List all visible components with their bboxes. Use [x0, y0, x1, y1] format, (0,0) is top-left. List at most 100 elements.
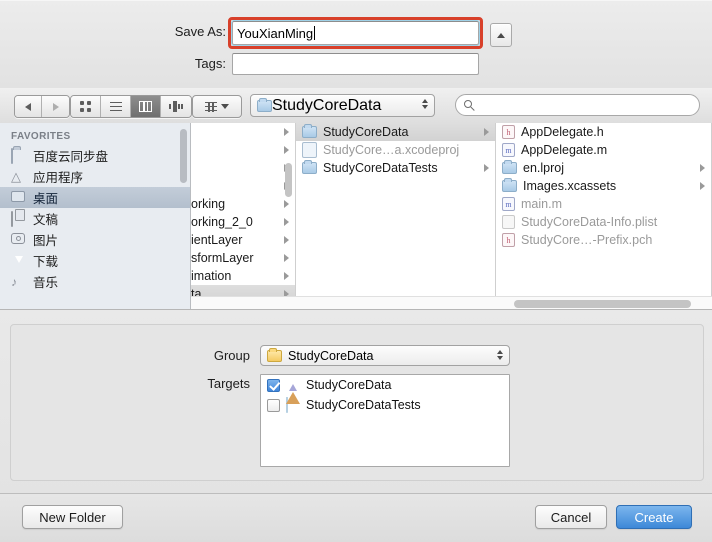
sidebar-item-applications[interactable]: △ 应用程序	[0, 166, 190, 187]
forward-button[interactable]	[42, 96, 69, 117]
folder-icon	[267, 347, 282, 362]
browser-row-label: Images.xcassets	[523, 179, 617, 193]
browser-row-label: StudyCore…-Prefix.pch	[521, 233, 653, 247]
folder-icon	[502, 160, 517, 174]
browser-row-blank[interactable]	[191, 141, 295, 159]
m-file-icon: m	[502, 197, 515, 211]
chevron-right-icon	[700, 182, 705, 190]
browser-row-blank[interactable]	[191, 123, 295, 141]
browser-row-label: StudyCore…a.xcodeproj	[323, 143, 460, 157]
target-list-item[interactable]: StudyCoreData	[261, 375, 509, 404]
browser-row[interactable]: en.lproj	[496, 159, 711, 177]
browser-horizontal-scrollbar[interactable]	[191, 296, 712, 310]
browser-row-label: orking_2_0	[191, 215, 253, 229]
browser-row[interactable]: imation	[191, 267, 295, 285]
view-mode-segment[interactable]	[70, 95, 192, 118]
sidebar-item-pictures[interactable]: 图片	[0, 229, 190, 250]
chevron-right-icon	[284, 200, 289, 208]
chevron-right-icon	[284, 218, 289, 226]
targets-label: Targets	[207, 376, 250, 391]
browser-column-2: StudyCoreData StudyCore…a.xcodeproj Stud…	[296, 123, 496, 309]
stepper-icon	[497, 350, 503, 360]
browser-row[interactable]: m main.m	[496, 195, 711, 213]
column-view-button[interactable]	[131, 96, 161, 117]
targets-list[interactable]: StudyCoreData StudyCoreDataTests	[260, 374, 510, 467]
m-file-icon: m	[502, 143, 515, 157]
tags-label: Tags:	[194, 56, 226, 71]
chevron-left-icon	[25, 102, 31, 111]
xcodeproj-icon	[302, 142, 317, 158]
scrollbar-thumb[interactable]	[514, 300, 692, 308]
browser-row-label: main.m	[521, 197, 562, 211]
save-as-field-wrapper: YouXianMing	[228, 17, 483, 49]
chevron-right-icon	[484, 164, 489, 172]
browser-row-blank[interactable]	[191, 159, 295, 177]
chevron-right-icon	[284, 254, 289, 262]
columns-icon	[139, 101, 152, 112]
browser-row-selected[interactable]: StudyCoreData	[296, 123, 495, 141]
browser-row[interactable]: orking_2_0	[191, 213, 295, 231]
sidebar-item-label: 音乐	[33, 276, 59, 290]
chevron-right-icon	[284, 128, 289, 136]
browser-row-label: StudyCoreDataTests	[323, 161, 438, 175]
path-popup-button[interactable]: StudyCoreData	[250, 94, 435, 117]
browser-row-label: en.lproj	[523, 161, 564, 175]
browser-row-label: orking	[191, 197, 226, 211]
group-popup-button[interactable]: StudyCoreData	[260, 345, 510, 366]
browser-row[interactable]: sformLayer	[191, 249, 295, 267]
group-popup-value: StudyCoreData	[288, 348, 374, 363]
sidebar-scrollbar[interactable]	[180, 129, 187, 183]
grid-icon	[80, 101, 91, 112]
icon-view-button[interactable]	[71, 96, 101, 117]
back-button[interactable]	[15, 96, 42, 117]
browser-row[interactable]: orking	[191, 195, 295, 213]
browser-row[interactable]: StudyCoreDataTests	[296, 159, 495, 177]
tags-input[interactable]	[232, 53, 479, 75]
browser-row-label: imation	[191, 269, 232, 283]
browser-row[interactable]: StudyCore…a.xcodeproj	[296, 141, 495, 159]
chevron-right-icon	[284, 236, 289, 244]
sidebar-item-documents[interactable]: 文稿	[0, 208, 190, 229]
column1-scrollbar[interactable]	[285, 163, 292, 197]
desktop-icon	[11, 190, 26, 205]
search-icon	[464, 99, 475, 111]
target-checkbox[interactable]	[267, 398, 280, 412]
navigation-segment[interactable]	[14, 95, 70, 118]
target-icon	[286, 378, 300, 404]
browser-row-label: StudyCoreData-Info.plist	[521, 215, 658, 229]
list-icon	[109, 101, 122, 112]
browser-row[interactable]: Images.xcassets	[496, 177, 711, 195]
new-folder-button[interactable]: New Folder	[22, 505, 123, 529]
cancel-button[interactable]: Cancel	[535, 505, 607, 529]
list-view-button[interactable]	[101, 96, 131, 117]
sidebar-heading: FAVORITES	[11, 131, 71, 142]
browser-row[interactable]: ientLayer	[191, 231, 295, 249]
sidebar-item-music[interactable]: ♪ 音乐	[0, 271, 190, 292]
group-row: Group StudyCoreData	[196, 345, 510, 366]
browser-row[interactable]: m AppDelegate.m	[496, 141, 711, 159]
chevron-right-icon	[484, 128, 489, 136]
sidebar-item-label: 桌面	[33, 192, 59, 206]
column-browser: orking orking_2_0 ientLayer sformLayer i…	[191, 123, 712, 309]
browser-row[interactable]: h StudyCore…-Prefix.pch	[496, 231, 711, 249]
browser-row-label: ientLayer	[191, 233, 243, 247]
search-field[interactable]	[455, 94, 700, 116]
create-button[interactable]: Create	[616, 505, 692, 529]
sidebar-item-desktop[interactable]: 桌面	[0, 187, 190, 208]
sidebar: FAVORITES 百度云同步盘 △ 应用程序 桌面 文稿 图片 下载 ♪ 音乐	[0, 123, 191, 309]
coverflow-view-button[interactable]	[161, 96, 191, 117]
sidebar-item-label: 百度云同步盘	[33, 150, 109, 164]
sidebar-item-downloads[interactable]: 下载	[0, 250, 190, 271]
chevron-right-icon	[284, 272, 289, 280]
browser-row-blank[interactable]	[191, 177, 295, 195]
target-checkbox[interactable]	[267, 378, 280, 392]
file-browser-area: FAVORITES 百度云同步盘 △ 应用程序 桌面 文稿 图片 下载 ♪ 音乐…	[0, 123, 712, 309]
browser-row[interactable]: StudyCoreData-Info.plist	[496, 213, 711, 231]
browser-row[interactable]: h AppDelegate.h	[496, 123, 711, 141]
pictures-icon	[11, 232, 26, 247]
sidebar-item-baidu-cloud[interactable]: 百度云同步盘	[0, 145, 190, 166]
action-menu-button[interactable]	[192, 95, 242, 118]
chevron-right-icon	[284, 146, 289, 154]
browser-row-label: sformLayer	[191, 251, 254, 265]
expand-collapse-button[interactable]	[490, 23, 512, 47]
